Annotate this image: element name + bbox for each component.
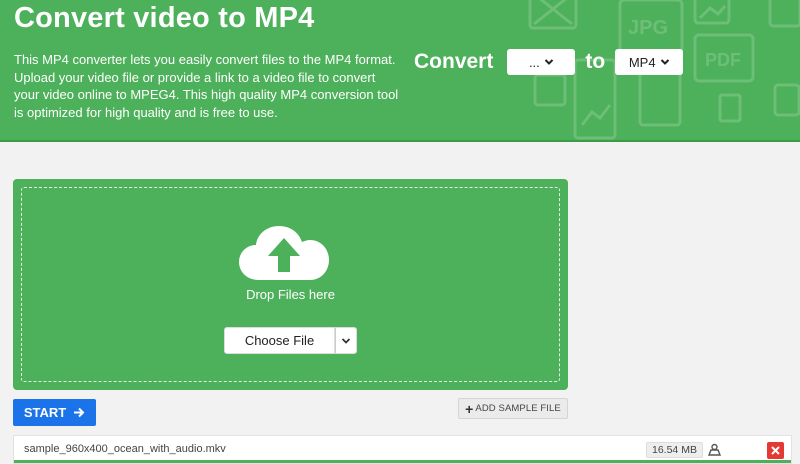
file-name: sample_960x400_ocean_with_audio.mkv (24, 443, 226, 455)
source-format-select[interactable]: ... (507, 49, 576, 75)
target-format-value: MP4 (628, 54, 656, 70)
chevron-down-icon (660, 59, 669, 65)
chevron-down-icon (544, 59, 553, 65)
file-list-item: sample_960x400_ocean_with_audio.mkv 16.5… (13, 435, 792, 464)
choose-file-group: Choose File (224, 327, 357, 354)
plus-icon: + (465, 400, 474, 417)
deco-jpg-label: JPG (628, 17, 668, 39)
hero-banner: JPG PDF Convert video to MP4 This MP4 co… (0, 0, 800, 142)
source-format-value: ... (528, 54, 540, 70)
choose-file-button[interactable]: Choose File (224, 327, 335, 354)
file-progress-bar (14, 460, 791, 463)
file-settings-icon[interactable] (707, 443, 722, 457)
to-label: to (585, 50, 606, 73)
file-size-badge: 16.54 MB (646, 442, 703, 458)
drop-files-text: Drop Files here (246, 287, 335, 302)
deco-pdf-label: PDF (705, 50, 741, 70)
target-format-select[interactable]: MP4 (615, 49, 684, 75)
page-title: Convert video to MP4 (14, 2, 315, 34)
close-icon (771, 446, 780, 455)
delete-file-button[interactable] (767, 442, 784, 459)
cloud-upload-icon (239, 226, 329, 280)
add-sample-file-button[interactable]: + ADD SAMPLE FILE (458, 398, 568, 419)
choose-file-source-dropdown[interactable] (335, 327, 357, 354)
add-sample-file-label: ADD SAMPLE FILE (475, 403, 561, 414)
arrow-right-icon (74, 407, 85, 418)
start-button[interactable]: START (13, 399, 96, 426)
file-dropzone[interactable] (13, 179, 568, 390)
start-button-label: START (23, 405, 67, 420)
convert-label: Convert (414, 50, 494, 73)
page-description: This MP4 converter lets you easily conve… (14, 52, 399, 120)
format-selector-row: Convert ... to MP4 (414, 48, 684, 76)
chevron-down-icon (341, 337, 351, 344)
